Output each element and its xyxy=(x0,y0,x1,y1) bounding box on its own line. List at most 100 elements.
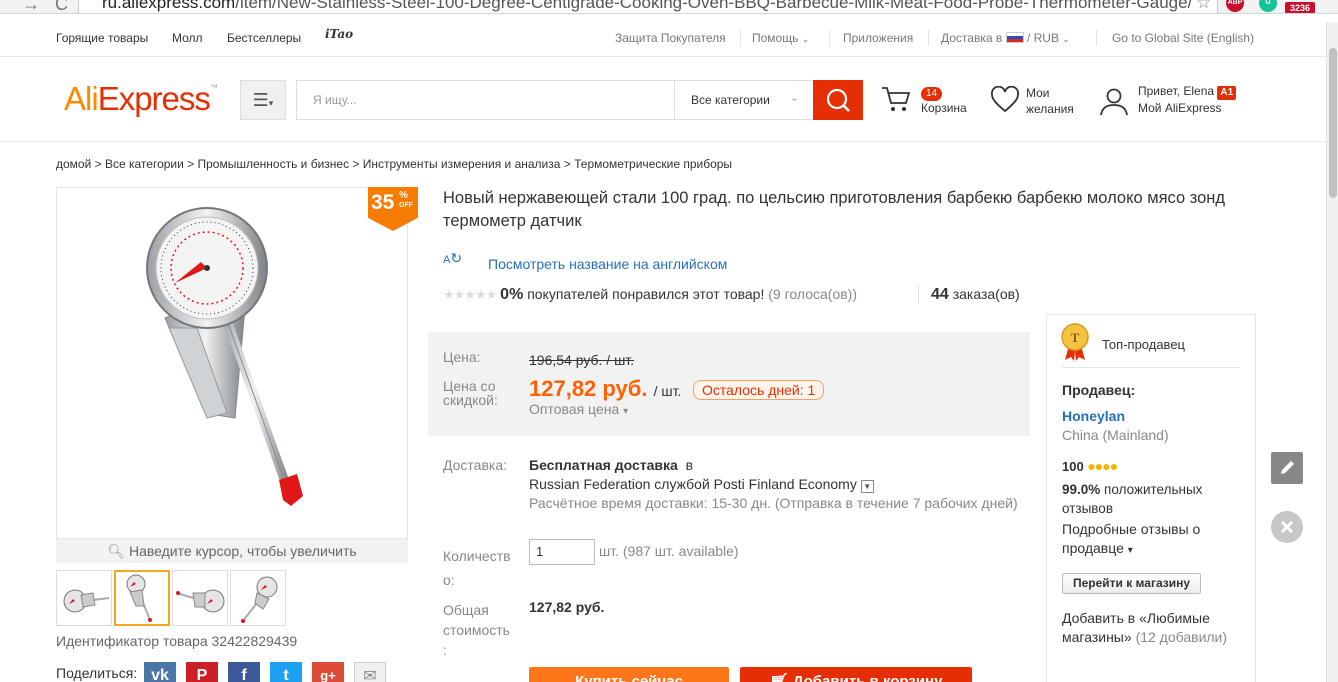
divider xyxy=(1062,367,1240,368)
account-level-badge: A1 xyxy=(1217,86,1237,100)
header-divider xyxy=(0,56,1326,57)
shopping-cart-icon xyxy=(882,87,911,111)
orders-count: 44 заказа(ов) xyxy=(918,286,1020,304)
top-navigation-bar: Горящие товары Молл Бестселлеры iTao Защ… xyxy=(0,22,1320,54)
caret-down-icon: ▾ xyxy=(268,98,274,108)
buy-now-button[interactable]: Купить сейчас xyxy=(529,667,729,682)
edit-float-button[interactable] xyxy=(1271,452,1303,484)
cart-count-badge: 14 xyxy=(921,87,943,101)
top-seller-label: Топ-продавец xyxy=(1102,337,1185,352)
chevron-down-icon: ⌄ xyxy=(1062,34,1070,44)
page-scrollbar[interactable] xyxy=(1326,22,1338,682)
divider xyxy=(1096,30,1097,46)
close-float-button[interactable] xyxy=(1271,511,1303,543)
seller-country: China (Mainland) xyxy=(1062,427,1169,443)
itao-logo-link[interactable]: iTao xyxy=(325,27,353,41)
divider xyxy=(928,30,929,46)
total-price: 127,82 руб. xyxy=(529,599,605,615)
scrollbar-thumb[interactable] xyxy=(1329,48,1337,198)
cart-add-icon: 🛒︎ xyxy=(769,673,789,682)
add-favorite-store-link[interactable]: Добавить в «Любимые магазины» (12 добавил… xyxy=(1062,609,1227,647)
product-id: Идентификатор товара 32422829439 xyxy=(56,633,298,649)
aliexpress-logo[interactable]: AliExpress™ xyxy=(64,80,218,118)
zoom-hint: 🔍︎ Наведите курсор, чтобы увеличить xyxy=(56,539,408,563)
rating-summary: ★★★★★ 0% покупателей понравился этот тов… xyxy=(443,286,857,303)
wholesale-price-toggle[interactable]: Оптовая цена ▾ xyxy=(529,401,628,417)
url-text[interactable]: ru.aliexpress.com/item/New-Stainless-Ste… xyxy=(102,0,1192,13)
link-bestsellers[interactable]: Бестселлеры xyxy=(227,31,301,45)
days-left-badge: Осталось дней: 1 xyxy=(693,380,825,400)
thumbnail-2[interactable] xyxy=(114,570,170,626)
product-title: Новый нержавеющей стали 100 град. по цел… xyxy=(443,189,1226,230)
bookmark-star-icon[interactable]: ☆ xyxy=(1196,0,1211,13)
seller-label: Продавец: xyxy=(1062,382,1136,398)
thumbnail-image xyxy=(63,589,110,613)
discount-price-label: Цена со скидкой: xyxy=(443,378,498,408)
seller-medals-icon: ●●●● xyxy=(1087,458,1118,474)
category-menu-button[interactable]: ☰▾ xyxy=(240,80,286,120)
breadcrumb[interactable]: домой > Все категории > Промышленность и… xyxy=(56,157,732,171)
hamburger-menu-icon: ☰ xyxy=(252,90,269,110)
magnifier-icon: 🔍︎ xyxy=(107,543,126,559)
search-icon xyxy=(826,88,850,112)
facebook-share-icon[interactable]: f xyxy=(228,662,260,682)
link-ship-to[interactable]: Доставка в / RUB ⌄ xyxy=(941,31,1070,45)
google-plus-share-icon[interactable]: g+ xyxy=(312,662,344,682)
thumbnail-3[interactable] xyxy=(172,570,228,626)
search-input[interactable]: Я ищу... xyxy=(296,80,674,120)
thumbnail-image xyxy=(176,589,225,613)
link-hot-deals[interactable]: Горящие товары xyxy=(56,31,148,45)
quantity-available: шт. (987 шт. available) xyxy=(599,543,739,559)
email-share-icon[interactable]: ✉ xyxy=(354,662,386,682)
heart-icon xyxy=(991,86,1019,113)
detailed-feedback-toggle[interactable]: Подробные отзывы о продавце ▾ xyxy=(1062,520,1200,560)
quantity-label: Количеств о: xyxy=(443,548,511,588)
extension-counter-badge[interactable]: 3236 xyxy=(1285,2,1315,13)
seller-score[interactable]: 100 ●●●● xyxy=(1062,457,1118,476)
chevron-down-icon: ⌄ xyxy=(789,92,799,104)
divider xyxy=(740,30,741,46)
go-to-store-button[interactable]: Перейти к магазину xyxy=(1062,573,1201,594)
thumbnail-image xyxy=(241,576,278,623)
thermometer-image xyxy=(146,207,303,506)
pinterest-share-icon[interactable]: P xyxy=(186,662,218,682)
top-seller-medal-icon: T xyxy=(1061,323,1089,361)
votes-link[interactable]: (9 голоса(ов)) xyxy=(768,286,857,302)
add-to-cart-button[interactable]: 🛒︎ Добавить в корзину xyxy=(740,667,972,682)
seller-name-link[interactable]: Honeylan xyxy=(1062,407,1125,426)
thumbnail-4[interactable] xyxy=(230,570,286,626)
twitter-share-icon[interactable]: t xyxy=(270,662,302,682)
shipping-info: Бесплатная доставка в Russian Federation… xyxy=(529,457,1018,511)
divider xyxy=(829,30,830,46)
link-global-site[interactable]: Go to Global Site (English) xyxy=(1112,31,1254,45)
quantity-input[interactable]: 1 xyxy=(529,539,595,565)
link-help[interactable]: Помощь ⌄ xyxy=(752,31,809,45)
rating-stars-icon: ★★★★★ xyxy=(443,287,497,302)
back-forward-icons[interactable]: → C xyxy=(22,0,68,13)
browser-address-bar: → C ru.aliexpress.com/item/New-Stainless… xyxy=(0,0,1338,14)
vk-share-icon[interactable]: vk xyxy=(144,662,176,682)
shipping-label: Доставка: xyxy=(443,457,508,473)
chevron-down-icon: ⌄ xyxy=(801,34,810,44)
positive-feedback: 99.0% положительных отзывов xyxy=(1062,482,1203,516)
price-label: Цена: xyxy=(443,349,481,365)
adblock-extension-icon[interactable]: ABP xyxy=(1226,0,1244,12)
link-buyer-protection[interactable]: Защита Покупателя xyxy=(615,31,726,45)
link-apps[interactable]: Приложения xyxy=(843,31,913,45)
share-label: Поделиться: xyxy=(56,665,138,681)
russia-flag-icon xyxy=(1005,32,1024,43)
svg-text:T: T xyxy=(1071,330,1080,345)
thumbnail-1[interactable] xyxy=(56,570,112,626)
shipping-method-dropdown[interactable]: ▼ xyxy=(860,480,874,493)
view-english-title-link[interactable]: Посмотреть название на английском xyxy=(488,256,727,272)
link-mall[interactable]: Молл xyxy=(172,31,203,45)
pencil-icon xyxy=(1281,461,1294,474)
header-bottom-divider xyxy=(0,141,1326,142)
user-icon xyxy=(1100,88,1128,116)
grammarly-extension-icon[interactable]: G xyxy=(1259,0,1277,12)
caret-down-icon: ▾ xyxy=(623,406,629,417)
total-label: Общая стоимость: xyxy=(443,602,510,658)
search-category-select[interactable]: Все категории ⌄ xyxy=(674,80,814,120)
search-button[interactable] xyxy=(813,80,863,120)
product-main-image[interactable] xyxy=(56,187,408,539)
